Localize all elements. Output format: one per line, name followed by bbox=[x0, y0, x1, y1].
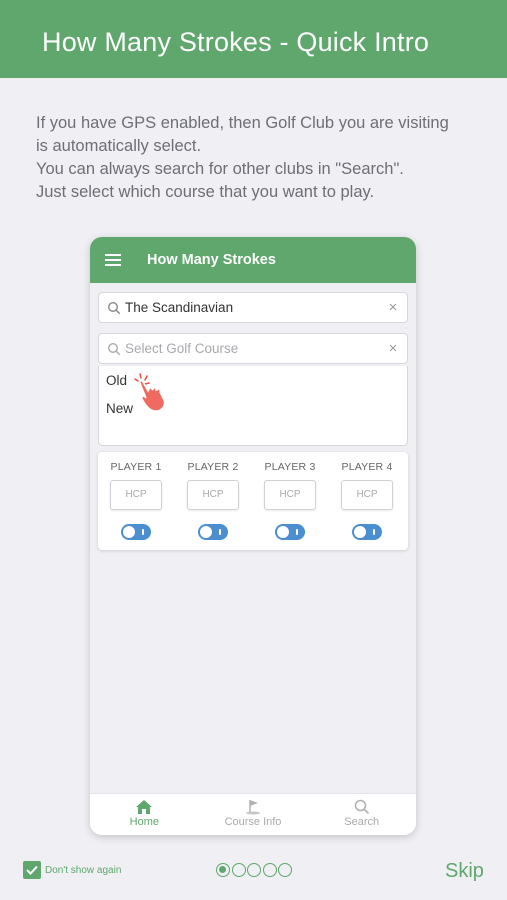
intro-line: is automatically select. bbox=[36, 137, 202, 155]
page-dot[interactable] bbox=[247, 863, 261, 877]
hamburger-menu-icon bbox=[105, 251, 121, 269]
course-search-placeholder: Select Golf Course bbox=[125, 341, 239, 356]
player-toggle bbox=[352, 524, 382, 540]
player-toggle bbox=[275, 524, 305, 540]
intro-title: How Many Strokes - Quick Intro bbox=[42, 27, 430, 57]
course-option-old: Old bbox=[106, 373, 128, 388]
player-toggle bbox=[121, 524, 151, 540]
app-title: How Many Strokes bbox=[147, 252, 276, 268]
player-column: PLAYER 3 HCP bbox=[257, 452, 323, 540]
app-tab-bar: Home Course Info Search bbox=[90, 793, 416, 835]
skip-button[interactable]: Skip bbox=[445, 860, 484, 883]
club-search-value: The Scandinavian bbox=[125, 300, 234, 315]
home-icon bbox=[136, 800, 153, 814]
search-icon bbox=[354, 799, 369, 815]
player-column: PLAYER 4 HCP bbox=[334, 452, 400, 540]
hcp-input: HCP bbox=[110, 480, 162, 510]
player-toggle bbox=[198, 524, 228, 540]
clear-icon: × bbox=[388, 299, 398, 316]
course-option-new: New bbox=[106, 401, 134, 416]
tab-home: Home bbox=[90, 794, 199, 835]
tab-course-info: Course Info bbox=[199, 794, 308, 835]
course-search-field: Select Golf Course × bbox=[98, 333, 408, 364]
dont-show-again-label: Don't show again bbox=[45, 864, 122, 876]
club-search-field: The Scandinavian × bbox=[98, 292, 408, 323]
hcp-input: HCP bbox=[341, 480, 393, 510]
players-card: PLAYER 1 HCP PLAYER 2 HCP PLAYER 3 HCP P… bbox=[98, 452, 408, 550]
player-column: PLAYER 1 HCP bbox=[103, 452, 169, 540]
tab-search: Search bbox=[307, 794, 416, 835]
golf-flag-icon bbox=[246, 800, 260, 815]
page-dot[interactable] bbox=[262, 863, 277, 877]
hcp-input: HCP bbox=[264, 480, 316, 510]
player-label: PLAYER 1 bbox=[110, 461, 162, 473]
intro-line: You can always search for other clubs in… bbox=[36, 160, 404, 178]
search-icon bbox=[107, 301, 121, 314]
intro-line: Just select which course that you want t… bbox=[36, 183, 375, 201]
hcp-input: HCP bbox=[187, 480, 239, 510]
intro-line: If you have GPS enabled, then Golf Club … bbox=[36, 114, 449, 132]
page-indicator bbox=[216, 863, 294, 877]
checkmark-icon bbox=[23, 861, 41, 879]
tab-label: Search bbox=[344, 816, 380, 828]
intro-text: If you have GPS enabled, then Golf Club … bbox=[36, 112, 486, 204]
player-label: PLAYER 4 bbox=[341, 461, 393, 473]
tap-hand-icon bbox=[134, 373, 166, 412]
clear-icon: × bbox=[388, 340, 398, 357]
dont-show-again-checkbox[interactable]: Don't show again bbox=[23, 861, 121, 879]
tab-label: Home bbox=[129, 816, 159, 828]
app-header: How Many Strokes bbox=[90, 237, 416, 283]
page-dot[interactable] bbox=[278, 863, 292, 877]
page-dot[interactable] bbox=[216, 863, 230, 877]
player-label: PLAYER 3 bbox=[264, 461, 316, 473]
search-icon bbox=[107, 342, 121, 355]
tab-label: Course Info bbox=[224, 816, 282, 828]
page-dot[interactable] bbox=[231, 863, 246, 877]
player-column: PLAYER 2 HCP bbox=[180, 452, 246, 540]
player-label: PLAYER 2 bbox=[187, 461, 239, 473]
phone-preview: How Many Strokes The Scandinavian × Sele… bbox=[90, 237, 416, 835]
intro-header: How Many Strokes - Quick Intro bbox=[0, 0, 507, 78]
